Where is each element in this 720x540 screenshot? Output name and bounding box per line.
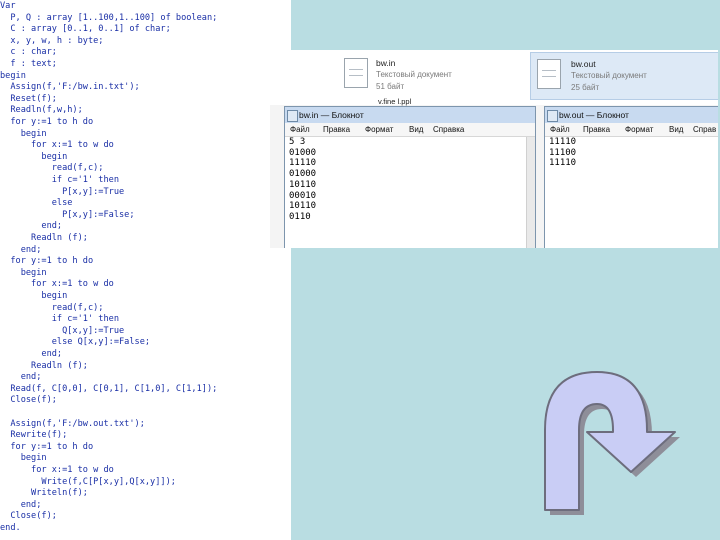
file-size: 51 байт <box>376 82 405 91</box>
code-line: end; <box>0 372 42 383</box>
text-line: 10110 <box>289 201 317 212</box>
code-line: begin <box>0 291 68 301</box>
file-type: Текстовый документ <box>376 70 452 79</box>
code-line: P[x,y]:=True <box>0 186 125 197</box>
menu-help[interactable]: Справка <box>433 125 464 134</box>
file-icon <box>537 59 561 89</box>
code-line: else <box>0 198 73 209</box>
code-line: end; <box>0 349 63 359</box>
text-line: 5 3 <box>289 137 306 147</box>
code-line: for y:=1 to h do <box>0 117 94 127</box>
code-line: Assign(f,'F:/bw.out.txt'); <box>0 418 145 429</box>
code-line: Readln (f); <box>0 233 88 243</box>
notepad-icon <box>287 110 298 122</box>
code-line: begin <box>0 453 47 464</box>
code-line: else Q[x,y]:=False; <box>0 337 151 348</box>
title-bar[interactable]: bw.in — Блокнот <box>285 107 535 123</box>
menu-edit[interactable]: Правка <box>583 125 610 134</box>
text-area[interactable]: 5 3 01000 11110 01000 10110 00010 10110 … <box>285 137 535 248</box>
file-item-bw-out[interactable]: bw.out Текстовый документ 25 байт <box>530 52 718 100</box>
code-line: begin <box>0 267 47 278</box>
code-line: end; <box>0 499 42 510</box>
menu-file[interactable]: Файл <box>290 125 310 134</box>
code-line: f : text; <box>0 59 57 69</box>
embedded-screenshot: bw.in Текстовый документ 51 байт bw.out … <box>270 50 718 248</box>
notepad-icon <box>547 110 558 122</box>
code-line: Readln(f,w,h); <box>0 105 83 116</box>
code-line: Write(f,C[P[x,y],Q[x,y]]); <box>0 476 176 487</box>
partial-file-name: v.fine l.ppl <box>378 97 412 106</box>
window-title: bw.in — Блокнот <box>299 110 364 120</box>
code-line: end; <box>0 244 42 255</box>
code-line: Close(f); <box>0 395 57 406</box>
menu-bar: Файл Правка Формат Вид Справ <box>545 123 718 137</box>
notepad-window-out[interactable]: bw.out — Блокнот Файл Правка Формат Вид … <box>544 106 718 248</box>
code-line: read(f,c); <box>0 302 104 313</box>
text-line: 0110 <box>289 211 311 222</box>
file-type: Текстовый документ <box>571 71 647 80</box>
code-line: Close(f); <box>0 511 57 522</box>
file-explorer: bw.in Текстовый документ 51 байт bw.out … <box>270 50 718 106</box>
code-line: x, y, w, h : byte; <box>0 35 104 46</box>
text-line: 11110 <box>289 158 317 169</box>
code-line: Q[x,y]:=True <box>0 325 125 336</box>
menu-help[interactable]: Справ <box>693 125 716 134</box>
menu-format[interactable]: Формат <box>625 125 653 134</box>
code-line: C : array [0..1, 0..1] of char; <box>0 24 171 35</box>
code-line: Writeln(f); <box>0 488 88 499</box>
text-line: 00010 <box>289 190 317 201</box>
text-line: 10110 <box>289 179 317 190</box>
code-line: for y:=1 to h do <box>0 441 94 452</box>
code-line: read(f,c); <box>0 163 104 174</box>
code-line: Var <box>0 1 16 11</box>
code-line: Assign(f,'F:/bw.in.txt'); <box>0 82 140 93</box>
code-line: Read(f, C[0,0], C[0,1], C[1,0], C[1,1]); <box>0 383 218 394</box>
title-bar[interactable]: bw.out — Блокнот <box>545 107 718 123</box>
code-line: begin <box>0 128 47 139</box>
code-line: begin <box>0 151 68 162</box>
menu-view[interactable]: Вид <box>409 125 423 134</box>
text-area[interactable]: 11110 11100 11110 <box>545 137 718 248</box>
text-line: 11110 <box>549 137 577 147</box>
code-line: for x:=1 to w do <box>0 279 114 290</box>
code-line: Readln (f); <box>0 360 88 371</box>
code-line: end; <box>0 221 63 232</box>
menu-view[interactable]: Вид <box>669 125 683 134</box>
code-line: Rewrite(f); <box>0 430 68 441</box>
menu-file[interactable]: Файл <box>550 125 570 134</box>
text-line: 11110 <box>549 158 577 169</box>
file-size: 25 байт <box>571 83 600 92</box>
file-icon <box>344 58 368 88</box>
code-line: P[x,y]:=False; <box>0 209 135 220</box>
file-name: bw.in <box>376 58 396 68</box>
text-line: 01000 <box>289 147 317 158</box>
menu-bar: Файл Правка Формат Вид Справка <box>285 123 535 137</box>
file-name: bw.out <box>571 59 596 69</box>
code-line: if c='1' then <box>0 314 119 325</box>
u-turn-arrow-icon <box>544 371 680 515</box>
text-line: 01000 <box>289 169 317 180</box>
window-title: bw.out — Блокнот <box>559 110 629 120</box>
menu-edit[interactable]: Правка <box>323 125 350 134</box>
code-line: for x:=1 to w do <box>0 465 114 475</box>
code-line: end. <box>0 523 21 533</box>
menu-format[interactable]: Формат <box>365 125 393 134</box>
code-line: for x:=1 to w do <box>0 140 114 151</box>
text-line: 11100 <box>549 147 577 158</box>
code-line: if c='1' then <box>0 175 119 185</box>
file-item-bw-in[interactable]: bw.in Текстовый документ 51 байт <box>344 52 534 98</box>
code-panel: Var P, Q : array [1..100,1..100] of bool… <box>0 0 291 540</box>
vertical-scrollbar[interactable] <box>526 137 535 248</box>
code-line: for y:=1 to h do <box>0 256 94 267</box>
code-line: c : char; <box>0 47 57 58</box>
notepad-window-in[interactable]: bw.in — Блокнот Файл Правка Формат Вид С… <box>284 106 536 248</box>
code-line: P, Q : array [1..100,1..100] of boolean; <box>0 12 218 23</box>
code-line: Reset(f); <box>0 93 57 104</box>
code-line: begin <box>0 70 26 81</box>
